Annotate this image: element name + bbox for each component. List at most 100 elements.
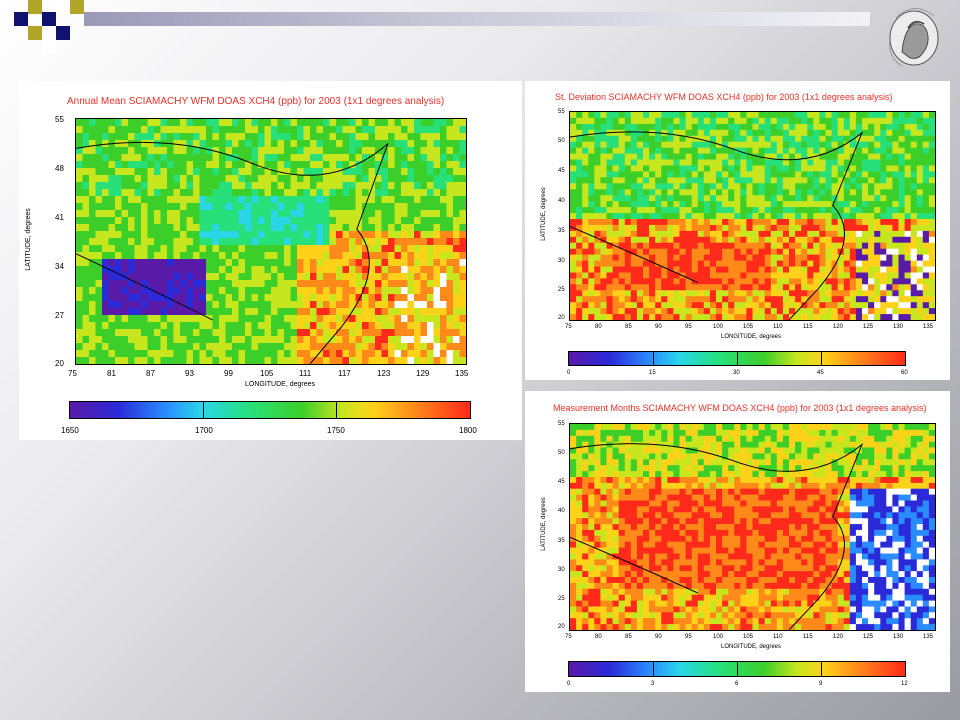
heatmap-cell: [290, 252, 298, 260]
heatmap-cell: [375, 196, 383, 204]
heatmap-cell: [440, 231, 448, 239]
heatmap-cell: [134, 203, 142, 211]
heatmap-cell: [661, 465, 668, 472]
heatmap-cell: [446, 182, 454, 190]
heatmap-cell: [764, 141, 772, 149]
heatmap-cell: [427, 245, 435, 253]
heatmap-cell: [342, 336, 350, 344]
heatmap-cell: [453, 154, 461, 162]
heatmap-cell: [868, 123, 875, 131]
heatmap-cell: [251, 224, 259, 232]
heatmap-cell: [600, 224, 608, 232]
heatmap-cell: [160, 252, 168, 260]
heatmap-cell: [612, 465, 620, 472]
heatmap-cell: [880, 123, 887, 131]
heatmap-cell: [173, 126, 181, 134]
heatmap-cell: [831, 482, 839, 490]
heatmap-cell: [862, 117, 869, 125]
heatmap-cell: [746, 201, 754, 208]
heatmap-cell: [154, 259, 162, 267]
heatmap-cell: [232, 168, 240, 176]
heatmap-cell: [147, 203, 155, 211]
heatmap-cell: [740, 424, 747, 431]
heatmap-cell: [225, 140, 233, 148]
heatmap-cell: [880, 207, 887, 214]
heatmap-cell: [290, 245, 298, 253]
heatmap-cell: [440, 280, 448, 288]
heatmap-cell: [667, 224, 674, 232]
heatmap-cell: [679, 159, 687, 166]
heatmap-cell: [661, 183, 668, 190]
heatmap-cell: [752, 224, 760, 232]
heatmap-cell: [886, 477, 893, 484]
heatmap-cell: [594, 471, 601, 478]
heatmap-cell: [728, 201, 735, 208]
heatmap-cell: [316, 238, 324, 246]
heatmap-cell: [297, 189, 305, 197]
heatmap-cell: [258, 343, 266, 351]
heatmap-cell: [588, 314, 595, 320]
heatmap-cell: [874, 153, 881, 161]
heatmap-cell: [709, 213, 717, 220]
heatmap-cell: [199, 196, 207, 204]
heatmap-cell: [789, 459, 796, 466]
heatmap-cell: [746, 189, 754, 196]
heatmap-cell: [685, 302, 693, 309]
heatmap-cell: [606, 284, 614, 291]
heatmap-cell: [752, 441, 760, 449]
heatmap-cell: [697, 112, 705, 119]
heatmap-cell: [193, 329, 201, 337]
heatmap-cell: [154, 210, 162, 218]
heatmap-cell: [752, 207, 760, 214]
heatmap-cell: [649, 123, 656, 131]
heatmap-cell: [898, 207, 906, 214]
heatmap-cell: [709, 165, 717, 172]
heatmap-cell: [582, 123, 589, 131]
heatmap-cell: [636, 260, 644, 268]
heatmap-cell: [825, 242, 833, 250]
heatmap-cell: [388, 315, 396, 323]
heatmap-cell: [643, 272, 650, 279]
heatmap-cell: [95, 168, 103, 176]
heatmap-cell: [160, 301, 168, 309]
heatmap-cell: [453, 224, 461, 232]
heatmap-cell: [685, 314, 693, 320]
heatmap-cell: [89, 224, 97, 232]
heatmap-cell: [238, 161, 246, 169]
heatmap-cell: [831, 141, 839, 149]
heatmap-cell: [446, 329, 454, 337]
heatmap-cell: [277, 322, 285, 330]
heatmap-cell: [167, 168, 175, 176]
heatmap-cell: [199, 203, 207, 211]
heatmap-cell: [849, 290, 857, 297]
heatmap-cell: [770, 471, 778, 478]
heatmap-cell: [180, 126, 188, 134]
heatmap-cell: [167, 315, 175, 323]
heatmap-cell: [588, 201, 595, 208]
heatmap-cell: [388, 308, 396, 316]
lat-tick: 34: [55, 262, 64, 271]
heatmap-cell: [297, 196, 305, 204]
heatmap-cell: [795, 260, 802, 268]
heatmap-cell: [76, 343, 84, 351]
heatmap-cell: [916, 248, 924, 256]
heatmap-cell: [154, 238, 162, 246]
heatmap-cell: [433, 329, 441, 337]
heatmap-cell: [843, 424, 851, 431]
heatmap-cell: [582, 224, 589, 232]
heatmap-cell: [368, 196, 376, 204]
heatmap-cell: [703, 117, 711, 125]
heatmap-cell: [427, 308, 435, 316]
heatmap-cell: [673, 284, 681, 291]
heatmap-cell: [121, 252, 129, 260]
heatmap-cell: [752, 290, 760, 297]
heatmap-cell: [368, 336, 376, 344]
heatmap-cell: [212, 294, 220, 302]
heatmap-cell: [167, 154, 175, 162]
heatmap-cell: [636, 236, 644, 244]
heatmap-cell: [570, 266, 577, 273]
heatmap-cell: [837, 482, 845, 490]
heatmap-cell: [232, 224, 240, 232]
heatmap-cell: [624, 453, 632, 460]
heatmap-cell: [303, 273, 311, 281]
